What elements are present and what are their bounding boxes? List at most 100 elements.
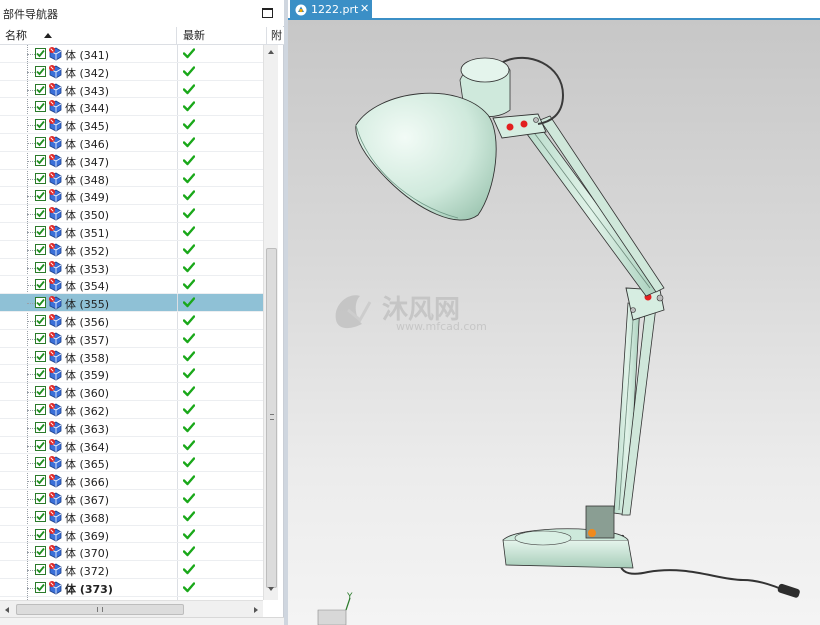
checkbox-checked-icon[interactable] [35,190,46,202]
tree-row[interactable]: 体 (347) [0,151,263,170]
column-divider [177,418,178,436]
tree-row[interactable]: 体 (353) [0,258,263,277]
checkbox-checked-icon[interactable] [35,332,46,344]
checkbox-checked-icon[interactable] [35,439,46,451]
tree-row[interactable]: 体 (373) [0,579,263,597]
body-label: 体 (350) [65,209,110,223]
tree-row[interactable]: 体 (344) [0,98,263,117]
tree-row[interactable]: 体 (363) [0,418,263,437]
checkbox-checked-icon[interactable] [35,350,46,362]
tree-row[interactable]: 体 (357) [0,329,263,348]
tree-row[interactable]: 体 (364) [0,436,263,455]
scroll-right-icon[interactable] [254,607,258,613]
column-name-header[interactable]: 名称 [0,27,177,45]
checkbox-checked-icon[interactable] [35,119,46,131]
checkbox-checked-icon[interactable] [35,279,46,291]
checkbox-checked-icon[interactable] [35,475,46,487]
column-divider [177,347,178,365]
tree-row[interactable]: 体 (370) [0,543,263,562]
checkbox-checked-icon[interactable] [35,528,46,540]
checkbox-checked-icon[interactable] [35,172,46,184]
tree-row[interactable]: 体 (362) [0,401,263,419]
column-latest-header[interactable]: 最新 [178,27,267,45]
body-label: 体 (364) [65,440,110,454]
checkbox-checked-icon[interactable] [35,208,46,220]
green-check-icon [183,564,195,575]
tree-row[interactable]: 体 (351) [0,223,263,241]
vertical-scrollbar[interactable] [263,45,278,600]
checkbox-checked-icon[interactable] [35,368,46,380]
grip-icon [270,414,274,420]
tree-row[interactable]: 体 (341) [0,45,263,63]
checkbox-checked-icon[interactable] [35,386,46,398]
part-file-icon [295,4,307,16]
checkbox-checked-icon[interactable] [35,48,46,59]
horizontal-scrollbar[interactable] [0,600,263,617]
tree-row[interactable]: 体 (366) [0,472,263,490]
checkbox-checked-icon[interactable] [35,457,46,469]
tree-row[interactable]: 体 (356) [0,312,263,330]
tree-row[interactable]: 体 (343) [0,80,263,99]
checkbox-checked-icon[interactable] [35,101,46,113]
checkbox-checked-icon[interactable] [35,315,46,326]
green-check-icon [183,172,195,183]
tree-row[interactable]: 体 (348) [0,169,263,188]
tab-1222-prt[interactable]: 1222.prt ✕ [290,0,372,20]
checkbox-checked-icon[interactable] [35,83,46,95]
checkbox-checked-icon[interactable] [35,226,46,237]
scroll-left-icon[interactable] [5,607,9,613]
checkbox-checked-icon[interactable] [35,404,46,415]
close-icon[interactable]: ✕ [360,2,369,15]
checkbox-checked-icon[interactable] [35,261,46,273]
tree-row[interactable]: 体 (352) [0,240,263,259]
checkbox-checked-icon[interactable] [35,564,46,576]
tree-row[interactable]: 体 (346) [0,134,263,152]
vertical-scroll-thumb[interactable] [266,248,277,588]
body-label: 体 (347) [65,155,110,169]
column-extra-header[interactable]: 附 [268,27,284,45]
scroll-up-icon[interactable] [268,50,274,54]
solid-body-icon [49,82,62,97]
tree-row[interactable]: 体 (354) [0,276,263,295]
solid-body-icon [49,385,62,399]
body-label: 体 (348) [65,173,110,187]
checkbox-checked-icon[interactable] [35,137,46,148]
body-label: 体 (355) [65,298,110,312]
body-label: 体 (372) [65,565,110,579]
column-extra-label: 附 [271,29,282,42]
tree-row[interactable]: 体 (359) [0,365,263,384]
navigator-title-bar: 部件导航器 [0,0,284,26]
solid-body-icon [49,509,62,524]
tree-row[interactable]: 体 (365) [0,454,263,473]
tree-row[interactable]: 体 (358) [0,347,263,366]
tree-row[interactable]: 体 (372) [0,561,263,579]
column-divider [177,436,178,454]
maximize-icon[interactable] [262,8,273,18]
checkbox-checked-icon[interactable] [35,582,46,593]
tree-connector [27,71,35,73]
checkbox-checked-icon[interactable] [35,510,46,522]
tree-row[interactable]: 体 (368) [0,507,263,526]
checkbox-checked-icon[interactable] [35,65,46,77]
checkbox-checked-icon[interactable] [35,546,46,558]
graphics-viewport[interactable]: 沐风网 www.mfcad.com Y [288,20,820,625]
tree-row[interactable]: 体 (349) [0,187,263,206]
part-navigator-panel: 部件导航器 名称 最新 附 体 (341) 体 (342) 体 (343) 体 (34… [0,0,284,625]
checkbox-checked-icon[interactable] [35,154,46,166]
horizontal-scroll-thumb[interactable] [16,604,184,615]
tree-row[interactable]: 体 (369) [0,525,263,544]
tree-row[interactable]: 体 (342) [0,62,263,81]
checkbox-checked-icon[interactable] [35,297,46,309]
tree-row[interactable]: 体 (355) [0,294,263,312]
column-divider [177,507,178,525]
tree-row[interactable]: 体 (350) [0,205,263,223]
tree-connector [27,356,35,358]
checkbox-checked-icon[interactable] [35,243,46,255]
tree-connector [27,570,35,572]
tree-row[interactable]: 体 (345) [0,116,263,134]
scroll-down-icon[interactable] [268,587,274,591]
tree-row[interactable]: 体 (367) [0,490,263,508]
tree-row[interactable]: 体 (360) [0,383,263,401]
checkbox-checked-icon[interactable] [35,493,46,504]
checkbox-checked-icon[interactable] [35,421,46,433]
